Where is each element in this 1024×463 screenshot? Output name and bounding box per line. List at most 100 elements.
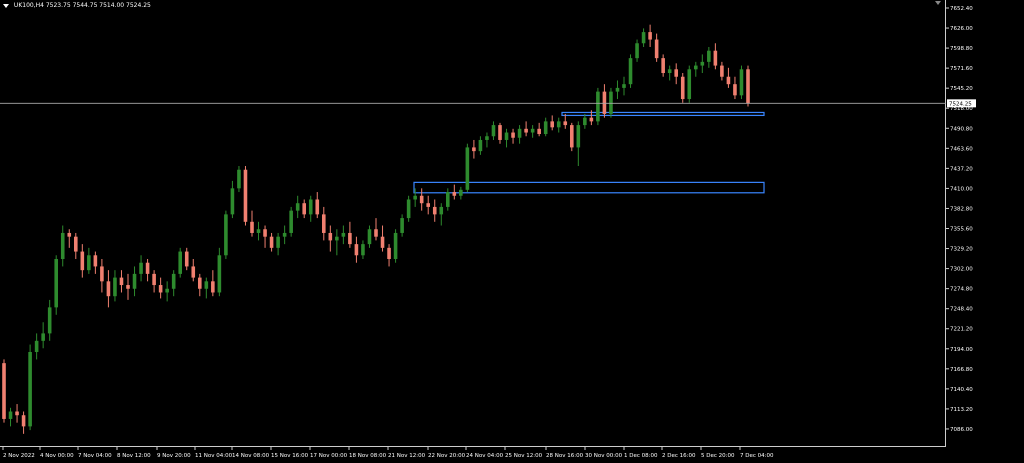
candle-body [276, 236, 280, 248]
candle-body [478, 139, 483, 152]
candle [563, 113, 568, 129]
candle [374, 218, 378, 241]
candle [635, 39, 639, 62]
candle [361, 240, 365, 260]
candle-body [73, 236, 78, 252]
candle [504, 128, 509, 148]
time-tick-label: 14 Nov 08:00 [232, 453, 270, 459]
price-tick-label: 7652.40 [950, 6, 973, 12]
candle-body [263, 229, 267, 237]
time-tick-label: 2 Nov 2022 [3, 453, 35, 459]
candle-body [41, 333, 45, 341]
candle-body [139, 262, 143, 274]
candle [648, 24, 652, 47]
price-scale[interactable]: 7652.40 7626.00 7598.80 7571.60 7545.20 7518.… [946, 0, 978, 447]
candle [224, 210, 228, 260]
candle [459, 186, 463, 200]
candle-body [243, 169, 248, 222]
ohlc-values: 7523.75 7544.75 7514.00 7524.25 [45, 2, 151, 9]
candle [87, 247, 91, 274]
caret-down-icon[interactable] [3, 3, 9, 8]
candle [432, 199, 437, 222]
candle [661, 54, 665, 77]
candle [217, 247, 222, 297]
candle-body [472, 147, 476, 152]
time-tick-label: 25 Nov 12:00 [505, 453, 543, 459]
candle-body [569, 125, 574, 148]
candle-body [556, 121, 561, 128]
candle [739, 65, 744, 100]
candle [158, 277, 163, 299]
candle-body [720, 65, 724, 77]
candle-body [452, 192, 457, 196]
time-tick-label: 18 Nov 08:00 [349, 453, 387, 459]
candle-body [178, 251, 183, 274]
candle [524, 121, 528, 137]
candle-body [34, 340, 39, 352]
current-price-badge: 7524.25 [947, 99, 976, 108]
candle [713, 43, 718, 70]
candle-body [321, 214, 326, 233]
candle-body [661, 58, 665, 74]
candle-body [413, 195, 417, 200]
candle-body [28, 351, 32, 427]
price-tick-label: 7598.80 [950, 46, 973, 52]
candle [628, 54, 633, 88]
candle-body [393, 232, 398, 260]
candle [256, 221, 261, 241]
candle-body [165, 288, 169, 293]
price-tick-label: 7194.00 [950, 347, 973, 353]
candle [178, 247, 183, 278]
candle-body [237, 169, 241, 189]
candle-body [348, 232, 352, 245]
candle [289, 206, 293, 237]
chart-area[interactable]: UK100,H4 7523.75 7544.75 7514.00 7524.25 [0, 0, 946, 447]
candle [387, 244, 391, 267]
candle [197, 273, 202, 297]
candle [132, 266, 137, 297]
time-tick-label: 1 Dec 08:00 [624, 453, 658, 459]
candle [583, 113, 587, 129]
candlestick-chart[interactable] [0, 0, 946, 447]
candle [302, 199, 307, 219]
candle [556, 117, 561, 133]
time-tick-label: 9 Nov 20:00 [157, 453, 191, 459]
candle-body [67, 232, 72, 237]
candle-body [93, 255, 98, 267]
candle [41, 322, 45, 349]
candle-body [282, 232, 287, 237]
symbol-info: UK100,H4 7523.75 7544.75 7514.00 7524.25 [3, 2, 151, 9]
candle-body [524, 128, 528, 133]
candle [380, 225, 385, 252]
candle-body [739, 69, 744, 96]
candle [341, 225, 346, 245]
candle [335, 229, 339, 256]
candle-body [184, 251, 189, 267]
time-scale[interactable]: 2 Nov 2022 4 Nov 00:00 7 Nov 04:00 8 Nov 12… [0, 447, 978, 463]
candle [615, 80, 620, 100]
candle [8, 407, 13, 427]
candle [308, 195, 313, 222]
candle [543, 117, 548, 137]
candle [165, 281, 169, 302]
candle-body [308, 199, 313, 215]
candle-body [654, 39, 659, 59]
candle [315, 192, 320, 219]
time-tick-label: 28 Nov 16:00 [546, 453, 584, 459]
candle-body [217, 255, 222, 293]
candle-body [269, 236, 274, 248]
chart-shift-marker-icon[interactable] [935, 1, 941, 5]
candle [73, 232, 78, 260]
candle-body [491, 125, 496, 137]
candle-body [80, 251, 85, 271]
time-tick-label: 22 Nov 20:00 [428, 453, 466, 459]
upper-demand-zone[interactable] [561, 111, 765, 117]
candle-body [439, 206, 444, 215]
candle [263, 225, 267, 248]
candle-body [256, 229, 261, 233]
price-tick-label: 7571.60 [950, 66, 973, 72]
candle [34, 333, 39, 360]
price-tick-label: 7463.60 [950, 146, 973, 152]
candle-body [204, 281, 209, 289]
price-tick-label: 7140.40 [950, 387, 973, 393]
